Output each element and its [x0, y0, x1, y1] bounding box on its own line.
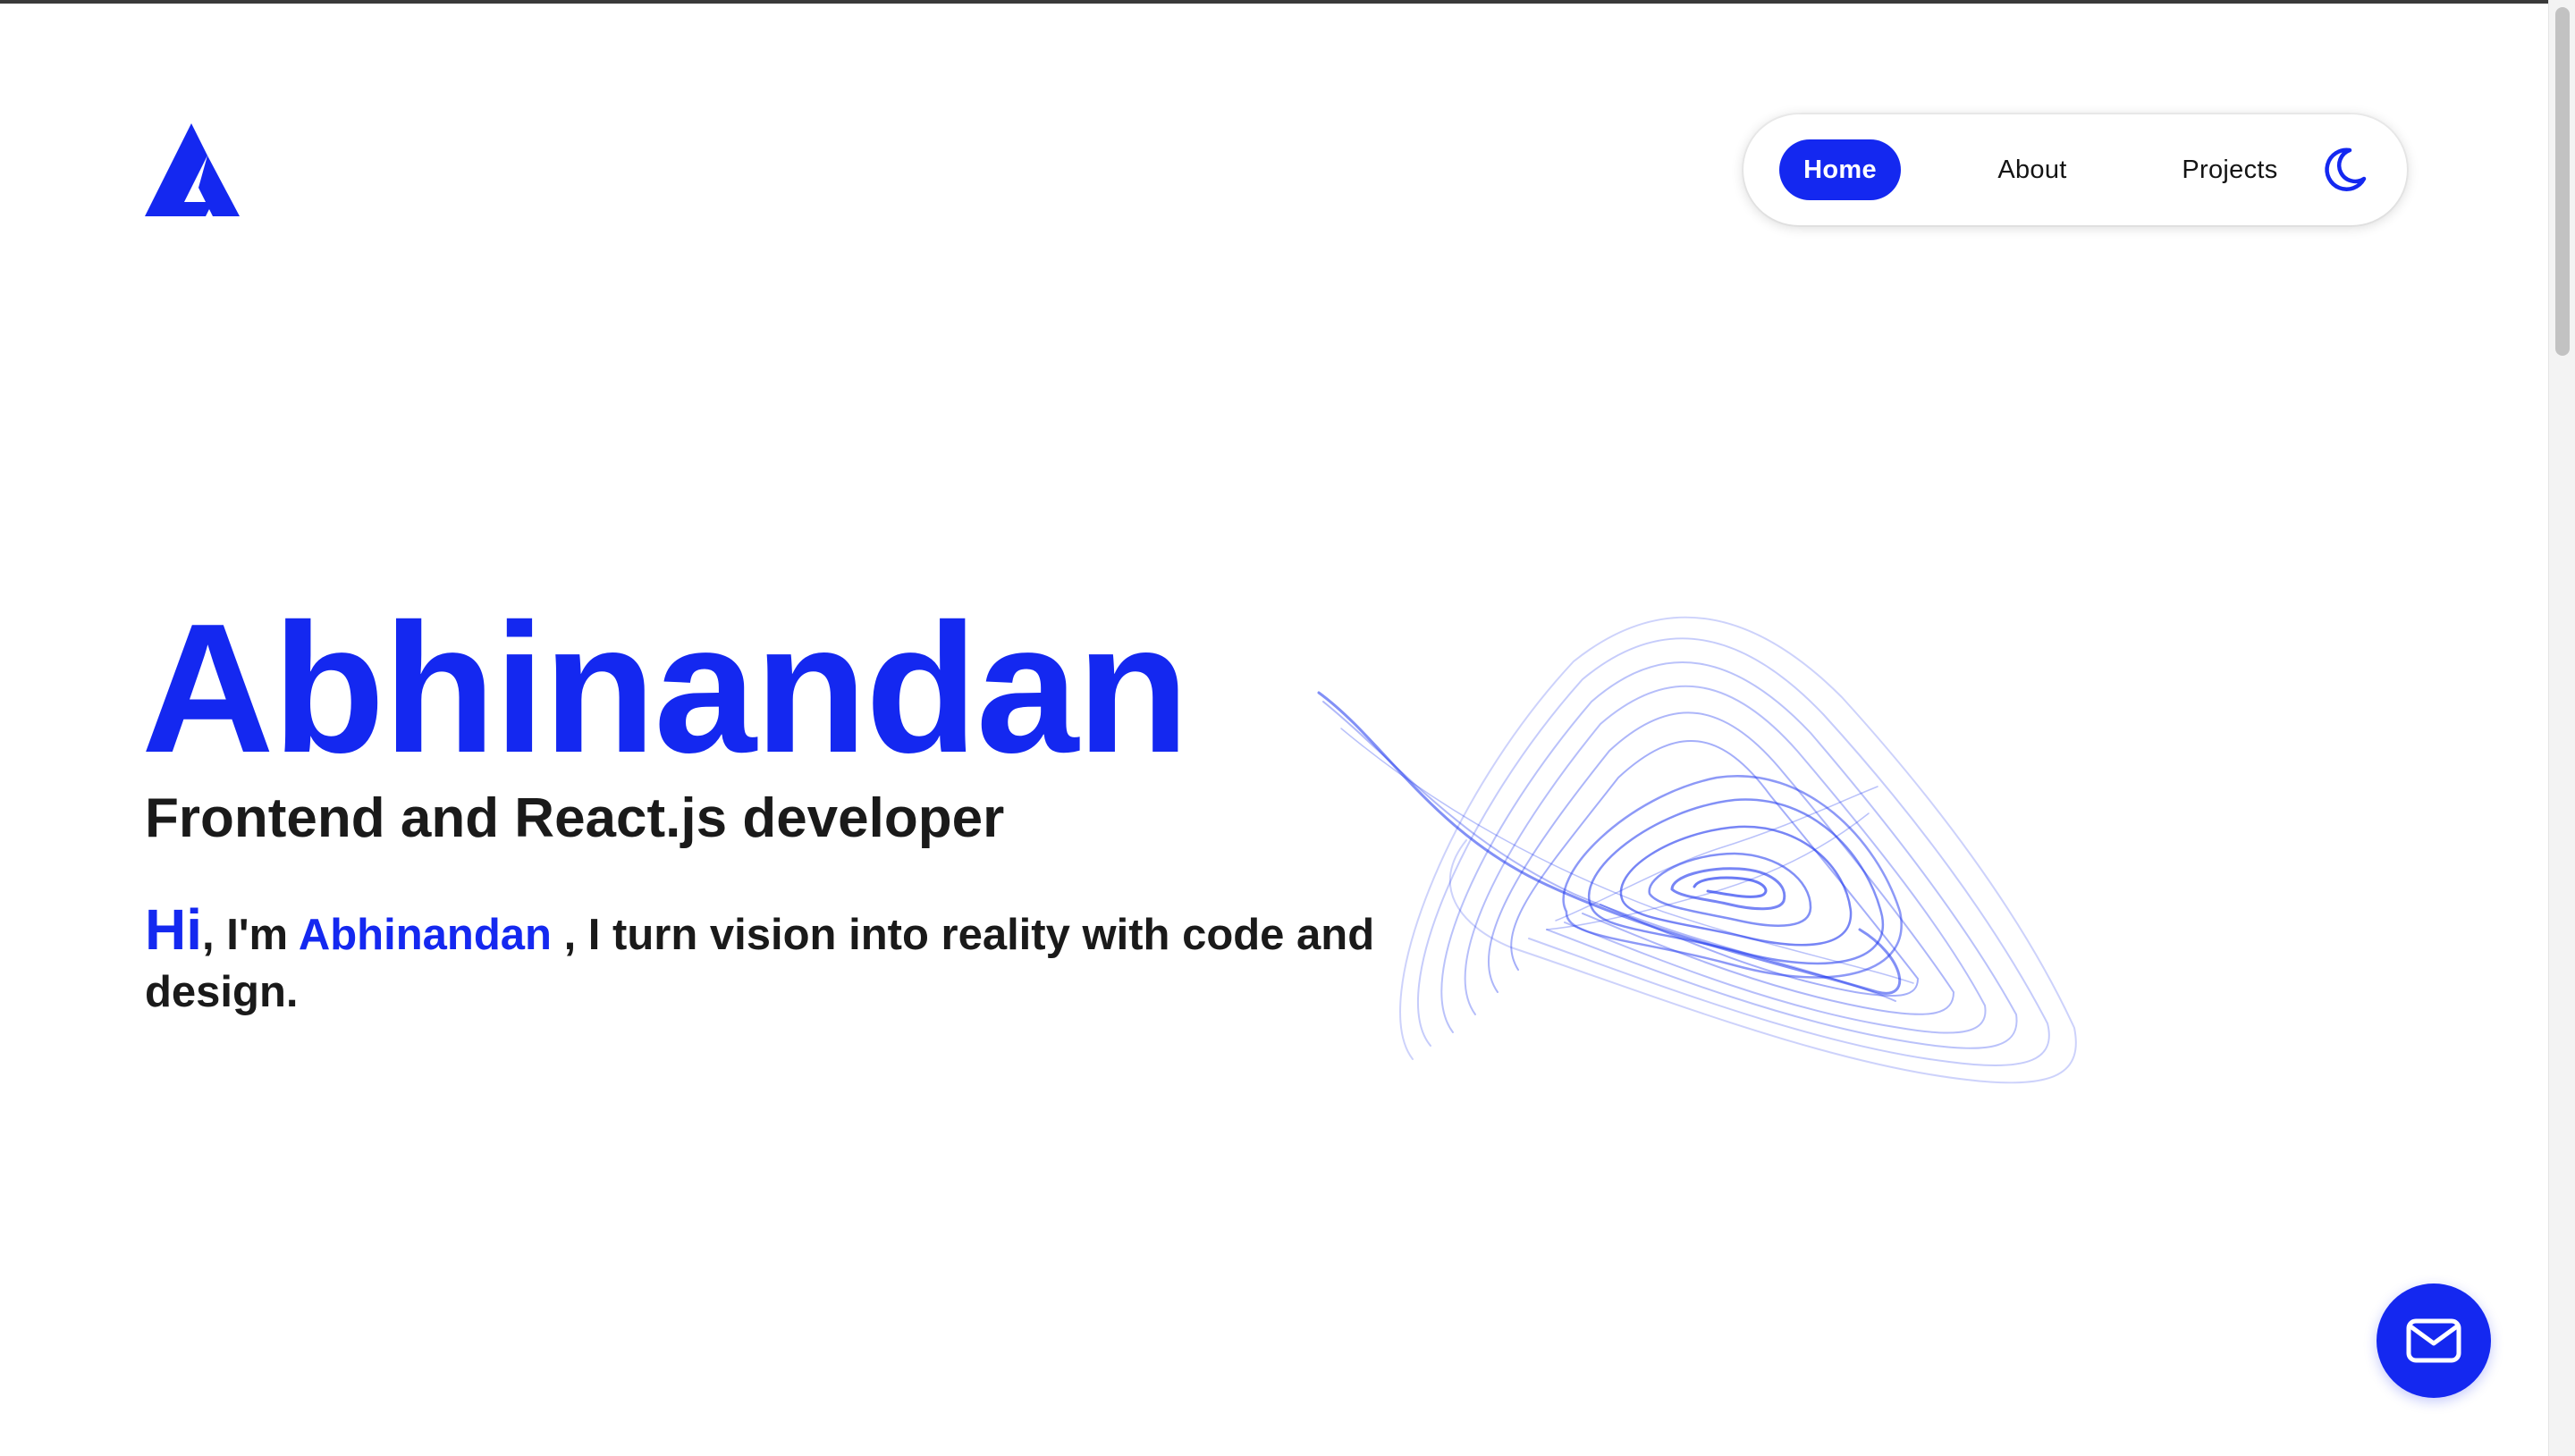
hero-role: Frontend and React.js developer: [145, 787, 1005, 849]
scrollbar-thumb[interactable]: [2555, 7, 2570, 356]
intro-name: Abhinandan: [298, 911, 552, 959]
nav-projects[interactable]: Projects: [2146, 139, 2314, 200]
top-navigation: Home About Projects: [1743, 114, 2407, 225]
intro-greeting: Hi: [145, 897, 202, 962]
site-logo[interactable]: [145, 123, 240, 216]
page-scrollbar[interactable]: [2548, 0, 2575, 1456]
mail-icon: [2406, 1318, 2461, 1363]
attractor-illustration: [1317, 616, 2077, 1084]
nav-home[interactable]: Home: [1779, 139, 1901, 200]
hero-intro: Hi, I'm Abhinandan , I turn vision into …: [145, 901, 1468, 1021]
theme-toggle-button[interactable]: [2316, 141, 2373, 198]
window-top-border: [0, 0, 2575, 4]
moon-icon: [2325, 147, 2367, 191]
nav-about[interactable]: About: [1965, 139, 2099, 200]
contact-mail-button[interactable]: [2377, 1283, 2491, 1398]
hero-name: Abhinandan: [141, 585, 1189, 791]
intro-text-1: , I'm: [202, 911, 299, 959]
a-letter-logo-icon: [145, 123, 240, 216]
